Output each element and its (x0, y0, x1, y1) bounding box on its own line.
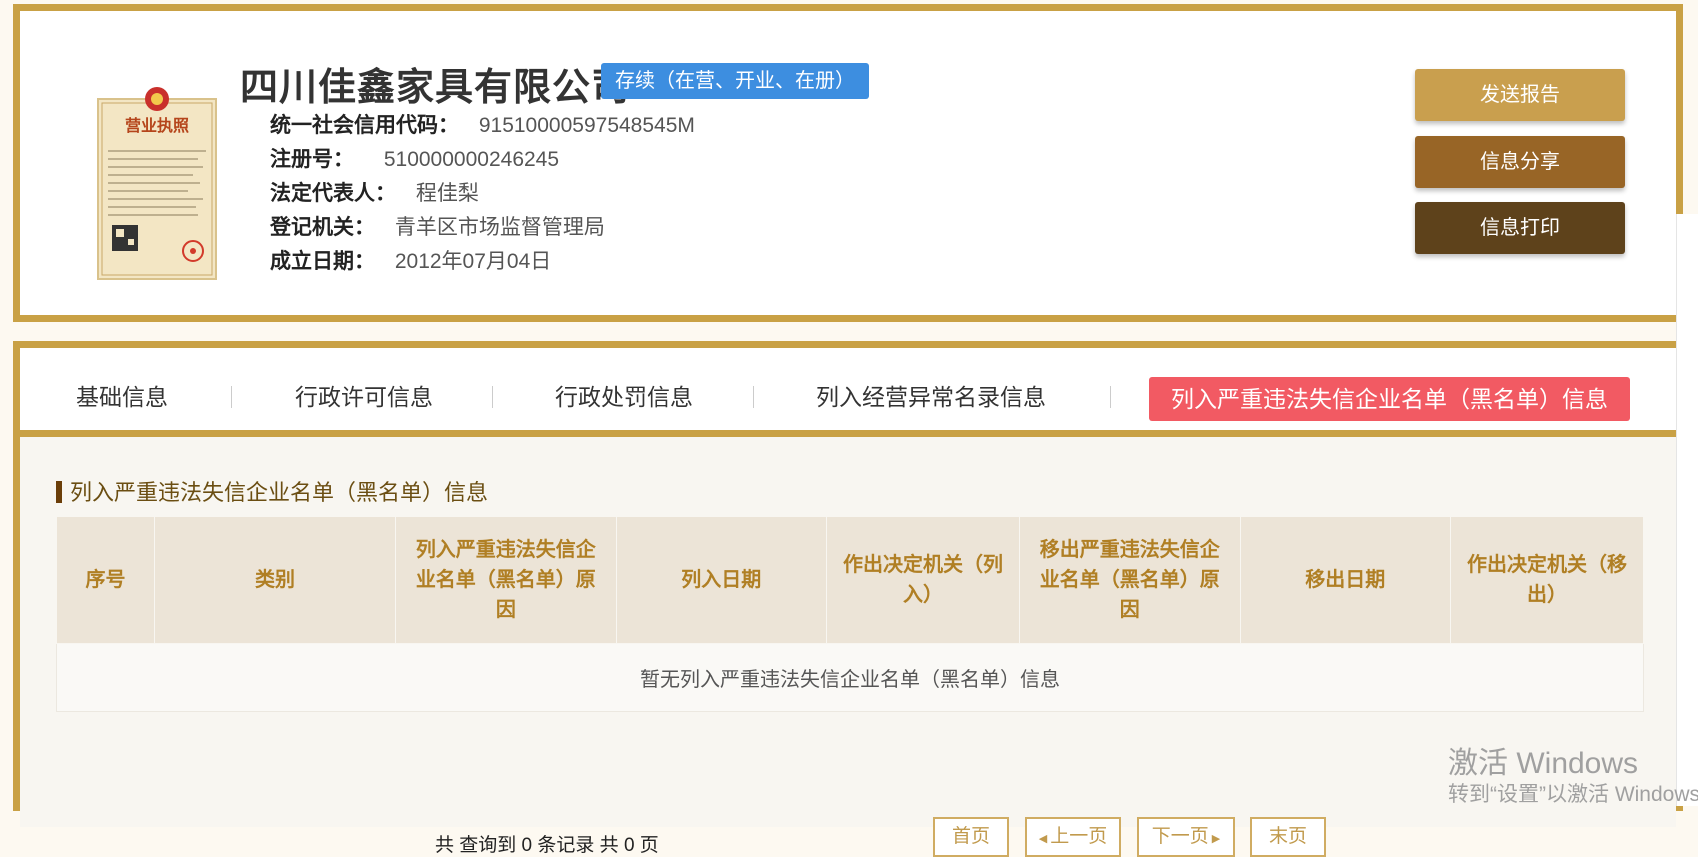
prev-page-button[interactable]: ◀ 上一页 (1025, 817, 1121, 857)
print-info-button[interactable]: 信息打印 (1415, 202, 1625, 254)
col-listing-authority: 作出决定机关（列入） (825, 516, 1020, 644)
tab-abnormal-list[interactable]: 列入经营异常名录信息 (816, 378, 1046, 412)
section-title-marker (56, 481, 62, 503)
col-category: 类别 (154, 516, 397, 644)
company-header-card: 营业执照 四川佳鑫家具有限公司 存续（在营、开业、在册） 统一社会信用代码： 9… (13, 4, 1683, 322)
detail-panel: 基础信息 行政许可信息 行政处罚信息 列入经营异常名录信息 列入严重违法失信企业… (13, 341, 1683, 857)
section-title-text: 列入严重违法失信企业名单（黑名单）信息 (70, 480, 489, 505)
reg-authority-label: 登记机关： (270, 216, 375, 239)
company-name: 四川佳鑫家具有限公司 (240, 67, 631, 109)
prev-page-label: 上一页 (1050, 826, 1108, 847)
business-license-image: 营业执照 (97, 87, 217, 280)
send-report-button[interactable]: 发送报告 (1415, 69, 1625, 121)
last-page-button[interactable]: 末页 (1250, 817, 1326, 857)
tab-divider (1110, 386, 1111, 408)
col-removal-reason: 移出严重违法失信企业名单（黑名单）原因 (1018, 516, 1241, 644)
reg-authority-value: 青羊区市场监督管理局 (394, 216, 605, 239)
credit-code-value: 91510000597548545M (478, 114, 695, 137)
reg-number-value: 510000000246245 (383, 148, 560, 171)
caret-left-icon: ◀ (1038, 833, 1048, 845)
first-page-label: 首页 (951, 826, 990, 847)
col-removal-date: 移出日期 (1239, 516, 1451, 644)
right-scroll-edge (1676, 214, 1698, 806)
status-badge: 存续（在营、开业、在册） (601, 63, 869, 99)
windows-activation-watermark: 激活 Windows (1448, 747, 1639, 780)
svg-text:营业执照: 营业执照 (125, 116, 189, 135)
next-page-label: 下一页 (1151, 826, 1209, 847)
info-row-reg-number: 注册号： 510000000246245 (270, 143, 559, 173)
col-listing-date: 列入日期 (615, 516, 827, 644)
first-page-button[interactable]: 首页 (933, 817, 1009, 857)
table-header-row: 序号 类别 列入严重违法失信企业名单（黑名单）原因 列入日期 作出决定机关（列入… (55, 516, 1645, 644)
est-date-label: 成立日期： (270, 250, 375, 273)
caret-right-icon: ▶ (1211, 833, 1221, 845)
empty-message: 暂无列入严重违法失信企业名单（黑名单）信息 (56, 643, 1644, 712)
reg-number-label: 注册号： (270, 148, 354, 171)
tab-divider (753, 386, 754, 408)
col-removal-authority: 作出决定机关（移出） (1449, 516, 1645, 644)
col-index: 序号 (55, 516, 156, 644)
col-listing-reason: 列入严重违法失信企业名单（黑名单）原因 (395, 516, 617, 644)
content-area: 列入严重违法失信企业名单（黑名单）信息 序号 类别 列入严重违法失信企业名单（黑… (20, 437, 1676, 857)
legal-rep-label: 法定代表人： (270, 182, 396, 205)
last-page-label: 末页 (1268, 826, 1307, 847)
pagination-summary: 共 查询到 0 条记录 共 0 页 (435, 835, 659, 856)
table-row: 暂无列入严重违法失信企业名单（黑名单）信息 (56, 643, 1644, 712)
tab-admin-license[interactable]: 行政许可信息 (295, 378, 433, 412)
tab-blacklist[interactable]: 列入严重违法失信企业名单（黑名单）信息 (1149, 377, 1630, 421)
section-title: 列入严重违法失信企业名单（黑名单）信息 (56, 475, 488, 507)
est-date-value: 2012年07月04日 (394, 250, 552, 273)
blacklist-table: 序号 类别 列入严重违法失信企业名单（黑名单）原因 列入日期 作出决定机关（列入… (55, 516, 1645, 712)
tab-divider (492, 386, 493, 408)
tab-divider (231, 386, 232, 408)
info-row-est-date: 成立日期： 2012年07月04日 (270, 245, 551, 275)
legal-rep-value: 程佳梨 (415, 182, 479, 205)
share-info-button[interactable]: 信息分享 (1415, 136, 1625, 188)
tab-admin-penalty[interactable]: 行政处罚信息 (555, 378, 693, 412)
info-row-legal-rep: 法定代表人： 程佳梨 (270, 177, 479, 207)
info-row-reg-authority: 登记机关： 青羊区市场监督管理局 (270, 211, 605, 241)
tab-bar: 基础信息 行政许可信息 行政处罚信息 列入经营异常名录信息 列入严重违法失信企业… (20, 348, 1676, 437)
windows-activation-hint: 转到“设置”以激活 Windows。 (1448, 783, 1698, 806)
next-page-button[interactable]: 下一页 ▶ (1137, 817, 1235, 857)
credit-code-label: 统一社会信用代码： (270, 114, 459, 137)
tab-basic-info[interactable]: 基础信息 (76, 378, 168, 412)
info-row-credit-code: 统一社会信用代码： 91510000597548545M (270, 109, 695, 139)
